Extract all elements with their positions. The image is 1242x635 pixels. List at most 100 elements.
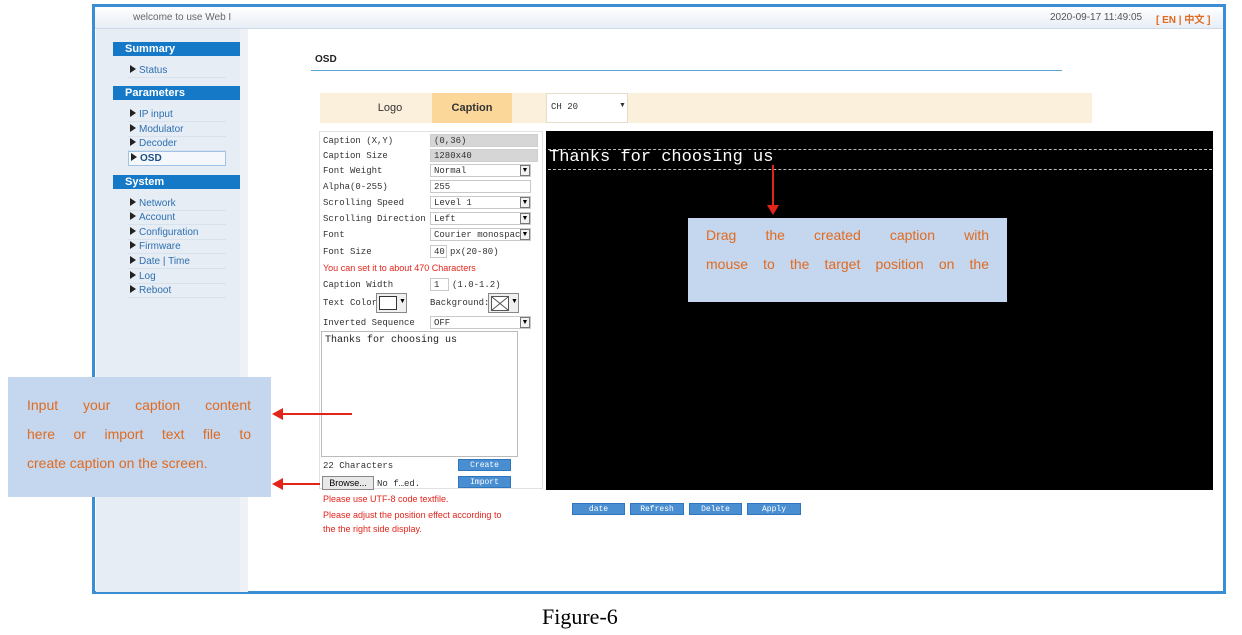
preview-caption-text: Thanks for choosing us <box>549 148 774 167</box>
language-switch[interactable]: [ EN | 中文 ] <box>1156 11 1210 26</box>
title-underline <box>311 70 1062 71</box>
triangle-icon <box>130 198 136 206</box>
refresh-button[interactable]: Refresh <box>630 503 684 515</box>
sidebar-item-label: Decoder <box>139 138 177 149</box>
triangle-icon <box>130 227 136 235</box>
scrolling-direction-label: Scrolling Direction <box>323 214 426 224</box>
chevron-down-icon: ▼ <box>520 165 530 176</box>
import-button[interactable]: Import <box>458 476 511 488</box>
sidebar-item-label: Modulator <box>139 124 184 135</box>
triangle-icon <box>131 153 137 161</box>
update-button[interactable]: date <box>572 503 625 515</box>
sidebar-item-label: Account <box>139 212 176 223</box>
figure-caption: Figure-6 <box>542 604 618 629</box>
position-note: Please adjust the position effect accord… <box>323 510 502 520</box>
triangle-icon <box>130 109 136 117</box>
file-name-label: No f…ed. <box>377 479 421 489</box>
inverted-sequence-select[interactable]: OFF <box>430 316 531 329</box>
sidebar-item-account[interactable]: Account <box>128 211 226 225</box>
sidebar-item-decoder[interactable]: Decoder <box>128 137 226 151</box>
callout-line: here or import text file to <box>27 426 251 442</box>
chevron-down-icon: ▼ <box>520 197 530 208</box>
inverted-sequence-label: Inverted Sequence <box>323 318 415 328</box>
triangle-icon <box>130 271 136 279</box>
no-color-icon <box>491 296 509 311</box>
caption-size-label: Caption Size <box>323 151 388 161</box>
sidebar-section-parameters: Parameters <box>113 86 240 100</box>
sidebar-item-network[interactable]: Network <box>128 197 226 211</box>
triangle-icon <box>130 138 136 146</box>
sidebar-item-log[interactable]: Log <box>128 270 226 284</box>
sidebar-item-label: Date | Time <box>139 256 190 267</box>
text-color-picker[interactable]: ▼ <box>376 293 407 313</box>
arrow-down-icon <box>767 205 779 215</box>
triangle-icon <box>130 256 136 264</box>
sidebar-item-ip-input[interactable]: IP input <box>128 108 226 122</box>
sidebar-item-label: Log <box>139 271 156 282</box>
callout-line: Input your caption content <box>27 397 251 413</box>
caption-width-range: (1.0-1.2) <box>452 280 501 290</box>
caption-xy-field: (0,36) <box>430 134 538 147</box>
background-color-picker[interactable]: ▼ <box>488 293 519 313</box>
triangle-icon <box>130 285 136 293</box>
scrolling-speed-select[interactable]: Level 1 <box>430 196 531 209</box>
browse-button[interactable]: Browse... <box>322 476 374 490</box>
text-color-label: Text Color <box>323 298 378 308</box>
datetime: 2020-09-17 11:49:05 <box>1050 12 1143 23</box>
caption-width-input[interactable]: 1 <box>430 278 449 291</box>
sidebar-item-label: IP input <box>139 109 173 120</box>
callout-line: mouse to the target position on the <box>706 256 989 272</box>
sidebar-item-label: Configuration <box>139 227 199 238</box>
browse-arrow-shaft <box>282 483 320 485</box>
caption-xy-label: Caption (X,Y) <box>323 136 394 146</box>
channel-select[interactable]: CH 20 ▼ <box>546 93 628 123</box>
alpha-input[interactable]: 255 <box>430 180 531 193</box>
caption-textarea[interactable]: Thanks for choosing us <box>321 331 518 457</box>
tab-logo[interactable]: Logo <box>350 93 430 123</box>
background-label: Background: <box>430 298 490 308</box>
sidebar-item-label: Network <box>139 198 176 209</box>
tab-label: Logo <box>377 102 403 114</box>
sidebar-item-label: Firmware <box>139 241 181 252</box>
sidebar-item-osd[interactable]: OSD <box>128 151 226 166</box>
position-note-cont: the the right side display. <box>323 524 422 534</box>
sidebar-item-status[interactable]: Status <box>128 64 226 78</box>
tab-caption[interactable]: Caption <box>432 93 512 123</box>
chevron-down-icon: ▼ <box>520 229 530 240</box>
callout-line: Drag the created caption with <box>706 227 989 243</box>
sidebar-item-date-time[interactable]: Date | Time <box>128 255 226 269</box>
sidebar-item-reboot[interactable]: Reboot <box>128 284 226 298</box>
sidebar-item-firmware[interactable]: Firmware <box>128 240 226 254</box>
delete-button[interactable]: Delete <box>689 503 742 515</box>
channel-value: CH 20 <box>551 102 579 112</box>
chevron-down-icon: ▼ <box>511 298 518 305</box>
color-swatch-icon <box>379 296 397 310</box>
caption-preview-screen[interactable] <box>546 131 1213 490</box>
apply-button[interactable]: Apply <box>747 503 801 515</box>
chevron-down-icon: ▼ <box>399 298 406 305</box>
sidebar-item-configuration[interactable]: Configuration <box>128 226 226 240</box>
font-size-input[interactable]: 40 <box>430 245 447 258</box>
font-select[interactable]: Courier monospac <box>430 228 531 241</box>
triangle-icon <box>130 241 136 249</box>
scrolling-direction-select[interactable]: Left <box>430 212 531 225</box>
sidebar-divider <box>240 29 248 592</box>
caption-width-label: Caption Width <box>323 280 394 290</box>
sidebar-item-label: Status <box>139 65 168 76</box>
input-arrow-shaft <box>282 413 352 415</box>
triangle-icon <box>130 212 136 220</box>
page-title: OSD <box>315 54 337 65</box>
sidebar-item-label: OSD <box>140 153 162 164</box>
character-limit-note: You can set it to about 470 Characters <box>323 263 476 273</box>
font-size-label: Font Size <box>323 247 372 257</box>
font-weight-select[interactable]: Normal <box>430 164 531 177</box>
alpha-label: Alpha(0-255) <box>323 182 388 192</box>
create-button[interactable]: Create <box>458 459 511 471</box>
character-count: 22 Characters <box>323 461 394 471</box>
font-label: Font <box>323 230 345 240</box>
sidebar-item-modulator[interactable]: Modulator <box>128 123 226 137</box>
drag-arrow-shaft <box>772 165 774 207</box>
caption-size-field: 1280x40 <box>430 149 538 162</box>
sidebar-section-summary: Summary <box>113 42 240 56</box>
sidebar-section-system: System <box>113 175 240 189</box>
